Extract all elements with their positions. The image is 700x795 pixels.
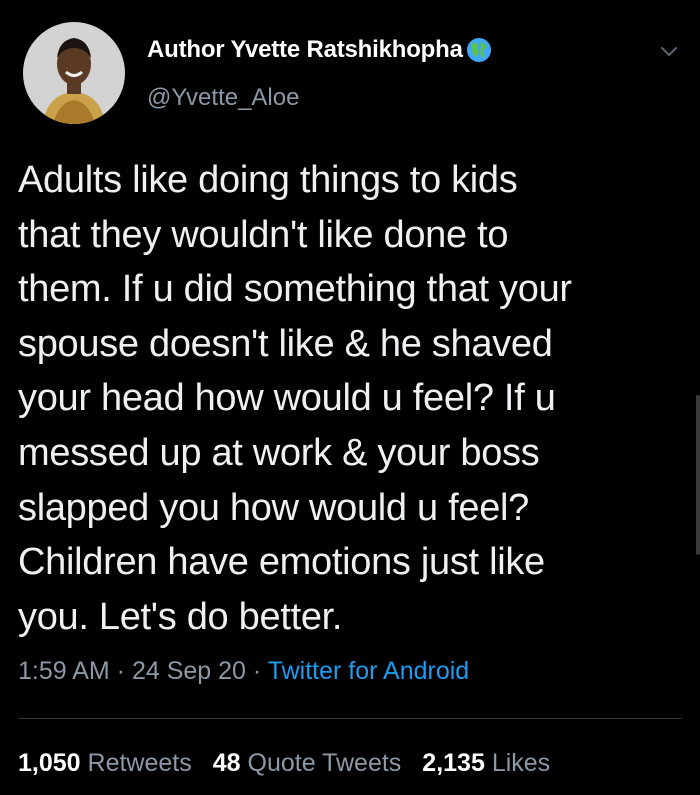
author-handle[interactable]: @Yvette_Aloe <box>147 84 299 112</box>
meta-separator: · <box>245 657 268 685</box>
tweet-date[interactable]: 24 Sep 20 <box>132 657 246 685</box>
avatar[interactable] <box>23 22 125 124</box>
author-display-name[interactable]: Author Yvette Ratshikhopha <box>147 36 463 64</box>
retweets-label: Retweets <box>87 749 192 777</box>
likes-label: Likes <box>491 749 551 777</box>
quote-tweets-label: Quote Tweets <box>247 749 402 777</box>
tweet-meta: 1:59 AM · 24 Sep 20 · Twitter for Androi… <box>18 657 469 686</box>
quote-tweets-stat[interactable]: 48 Quote Tweets <box>213 749 402 778</box>
meta-separator: · <box>109 657 132 685</box>
avatar-photo <box>23 22 125 124</box>
retweets-stat[interactable]: 1,050 Retweets <box>18 749 192 778</box>
chevron-down-icon[interactable] <box>658 40 680 62</box>
retweets-count: 1,050 <box>18 749 81 777</box>
tweet-text: Adults like doing things to kids that th… <box>18 159 572 638</box>
tweet-time[interactable]: 1:59 AM <box>18 657 110 685</box>
tweet-header: Author Yvette Ratshikhopha @Yvette_Aloe <box>23 22 680 132</box>
globe-icon <box>466 37 492 63</box>
scrollbar[interactable] <box>696 395 700 555</box>
quote-tweets-count: 48 <box>212 749 241 777</box>
divider <box>18 718 682 719</box>
author-name-row[interactable]: Author Yvette Ratshikhopha <box>147 36 492 64</box>
likes-count: 2,135 <box>422 749 485 777</box>
tweet-source-link[interactable]: Twitter for Android <box>268 657 469 685</box>
likes-stat[interactable]: 2,135 Likes <box>422 749 550 778</box>
tweet-stats: 1,050 Retweets 48 Quote Tweets 2,135 Lik… <box>18 749 550 778</box>
